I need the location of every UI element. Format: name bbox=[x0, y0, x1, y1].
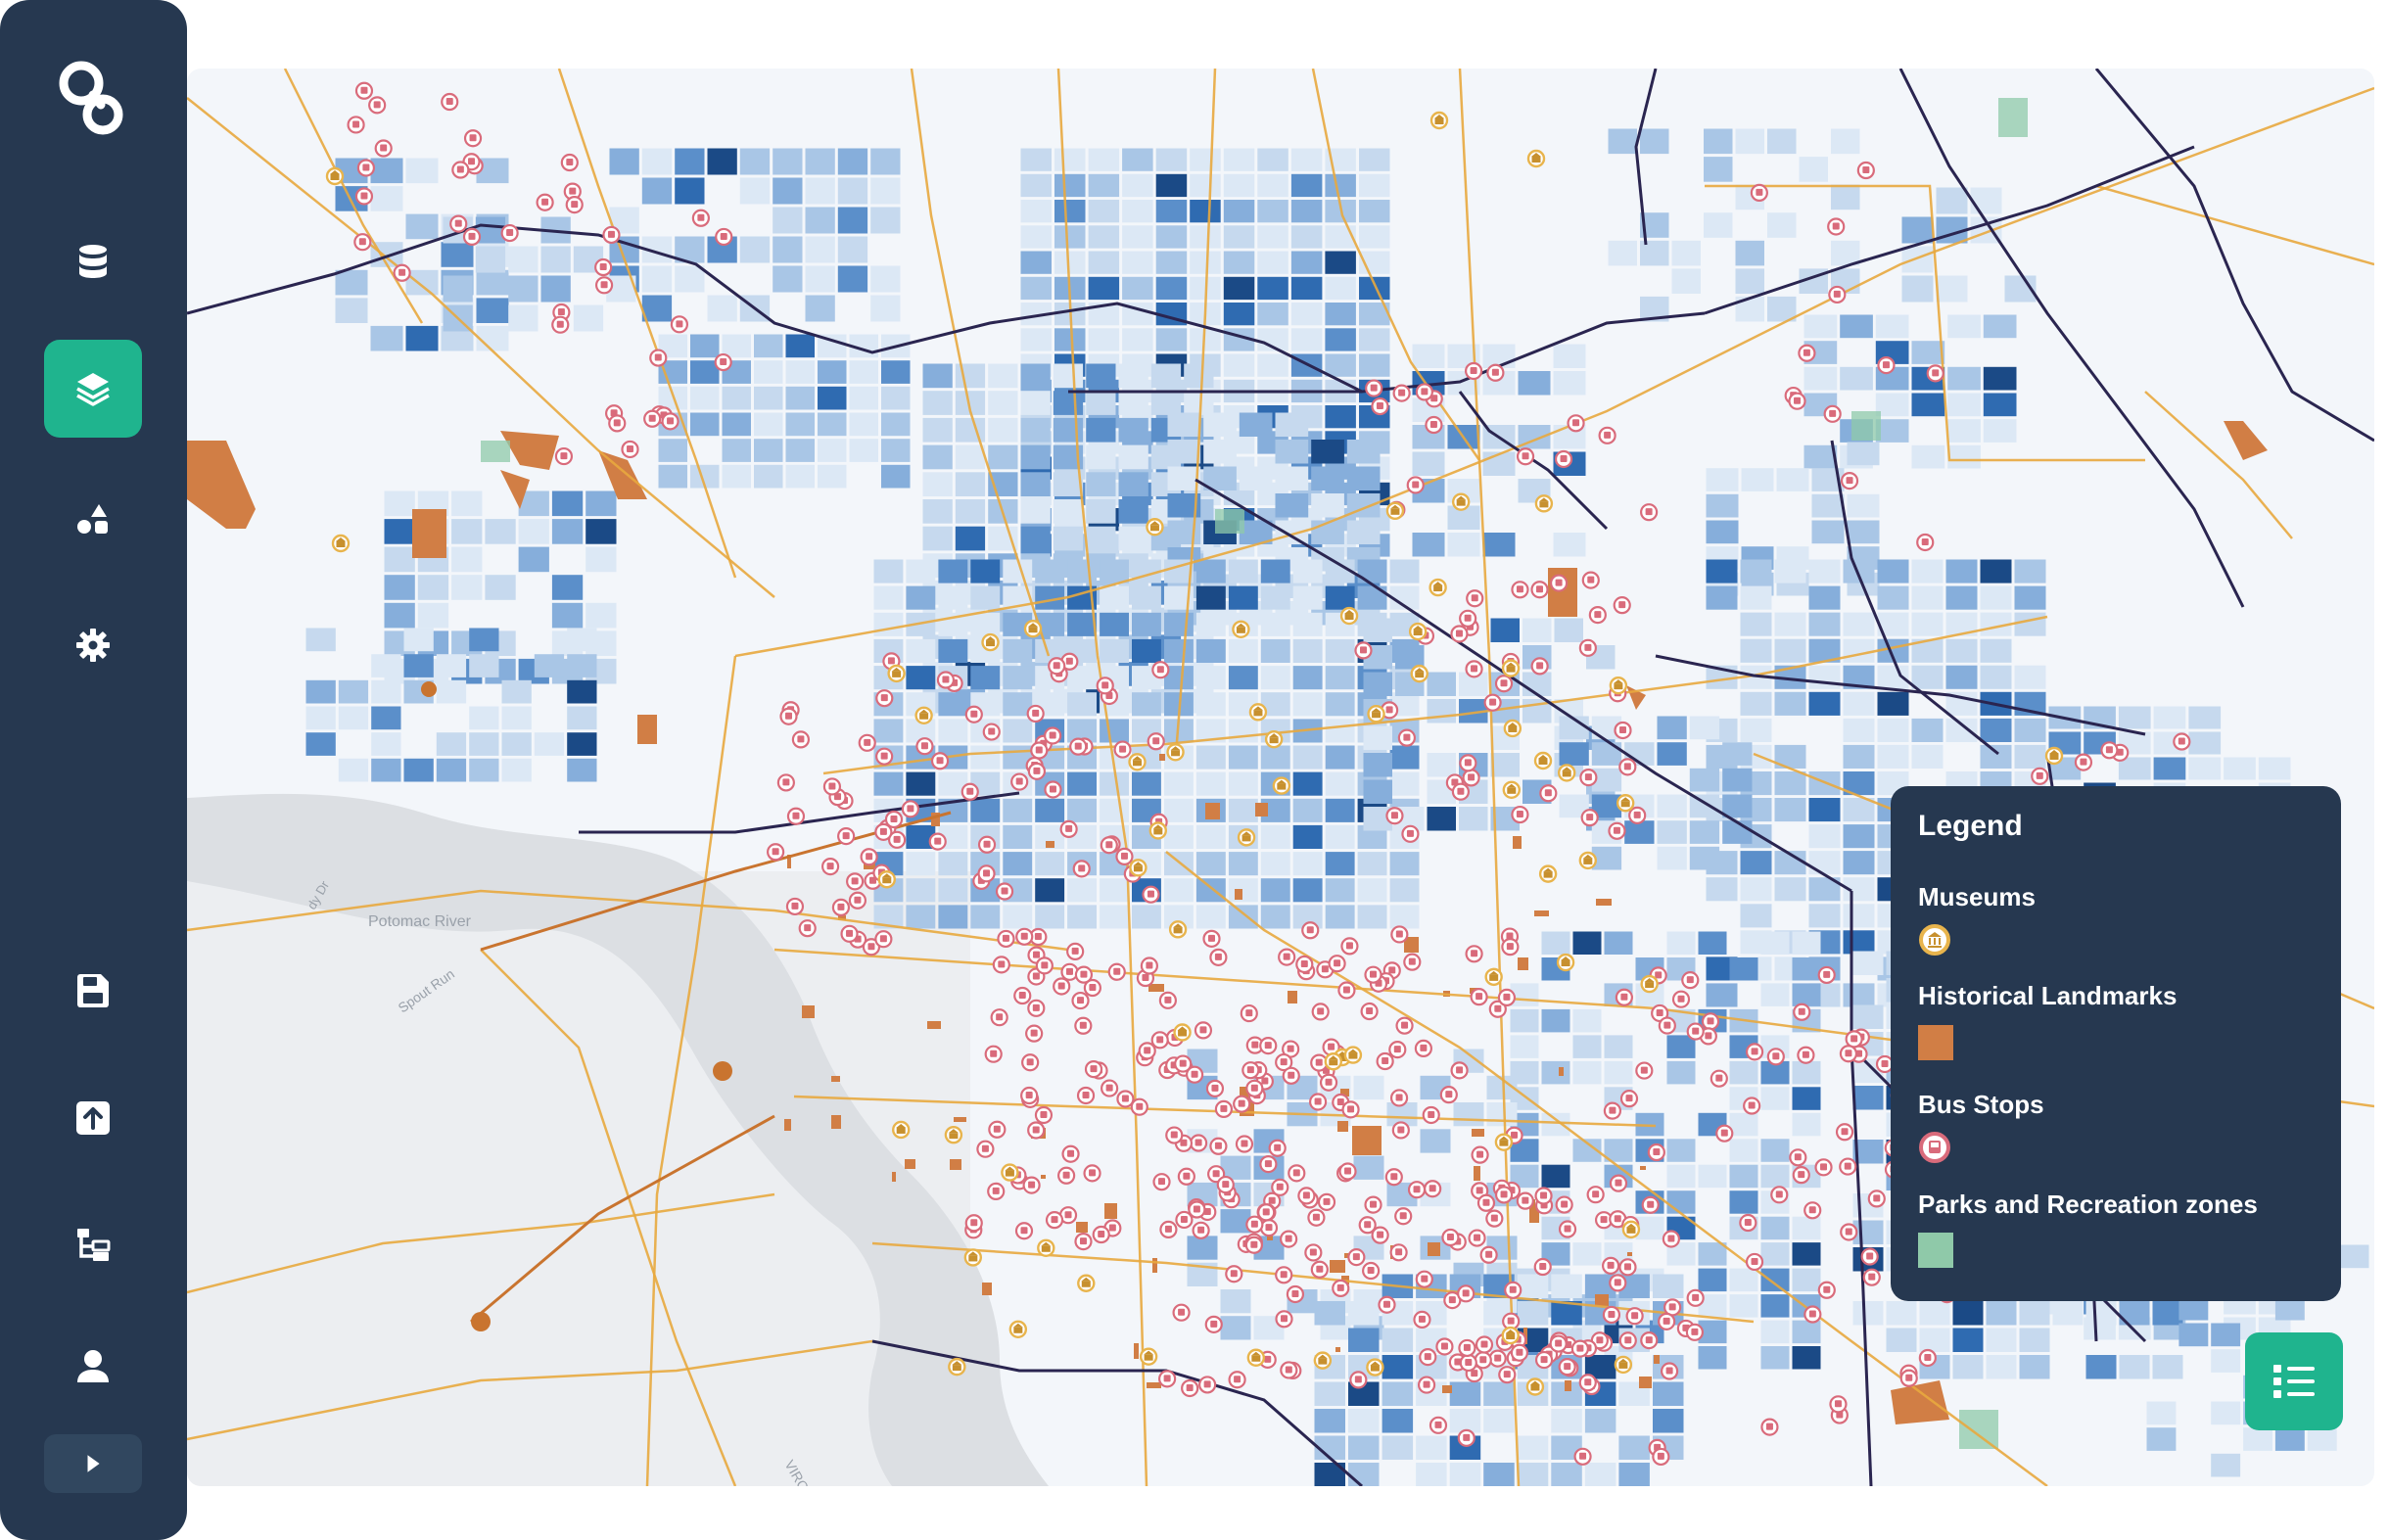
nav-widgets-button[interactable] bbox=[44, 471, 142, 569]
expand-sidebar-button[interactable] bbox=[44, 1434, 142, 1493]
database-icon bbox=[79, 245, 107, 278]
legend-panel: Legend Museums Historical Landmarks Bus … bbox=[1891, 786, 2341, 1301]
user-icon bbox=[77, 1350, 109, 1382]
shapes-icon bbox=[77, 504, 108, 534]
gear-icon bbox=[76, 629, 110, 662]
save-icon bbox=[77, 974, 109, 1007]
nav-profile-button[interactable] bbox=[44, 1318, 142, 1416]
legend-label-landmarks: Historical Landmarks bbox=[1918, 981, 2178, 1010]
museum-icon bbox=[1918, 923, 1951, 961]
bus-stop-icon bbox=[1918, 1131, 1951, 1169]
nav-save-button[interactable] bbox=[44, 942, 142, 1040]
nav-data-button[interactable] bbox=[44, 212, 142, 310]
layers-icon bbox=[76, 373, 110, 406]
nav-export-button[interactable] bbox=[44, 1069, 142, 1167]
nav-settings-button[interactable] bbox=[44, 596, 142, 694]
nav-tree-button[interactable] bbox=[44, 1195, 142, 1293]
legend-title: Legend bbox=[1918, 810, 2023, 842]
sidebar bbox=[0, 0, 187, 1540]
legend-toggle-button[interactable] bbox=[2245, 1332, 2343, 1430]
play-icon bbox=[87, 1455, 100, 1472]
legend-label-parks: Parks and Recreation zones bbox=[1918, 1190, 2258, 1219]
hierarchy-icon bbox=[77, 1229, 111, 1261]
landmark-swatch bbox=[1918, 1025, 1953, 1060]
park-swatch bbox=[1918, 1233, 1953, 1268]
upload-icon bbox=[76, 1101, 110, 1135]
nav-layers-button[interactable] bbox=[44, 340, 142, 438]
list-icon bbox=[2273, 1365, 2315, 1398]
logo-icon[interactable] bbox=[54, 54, 132, 142]
legend-label-bus-stops: Bus Stops bbox=[1918, 1090, 2044, 1119]
river-label: Potomac River bbox=[368, 913, 472, 930]
legend-label-museums: Museums bbox=[1918, 882, 2036, 911]
